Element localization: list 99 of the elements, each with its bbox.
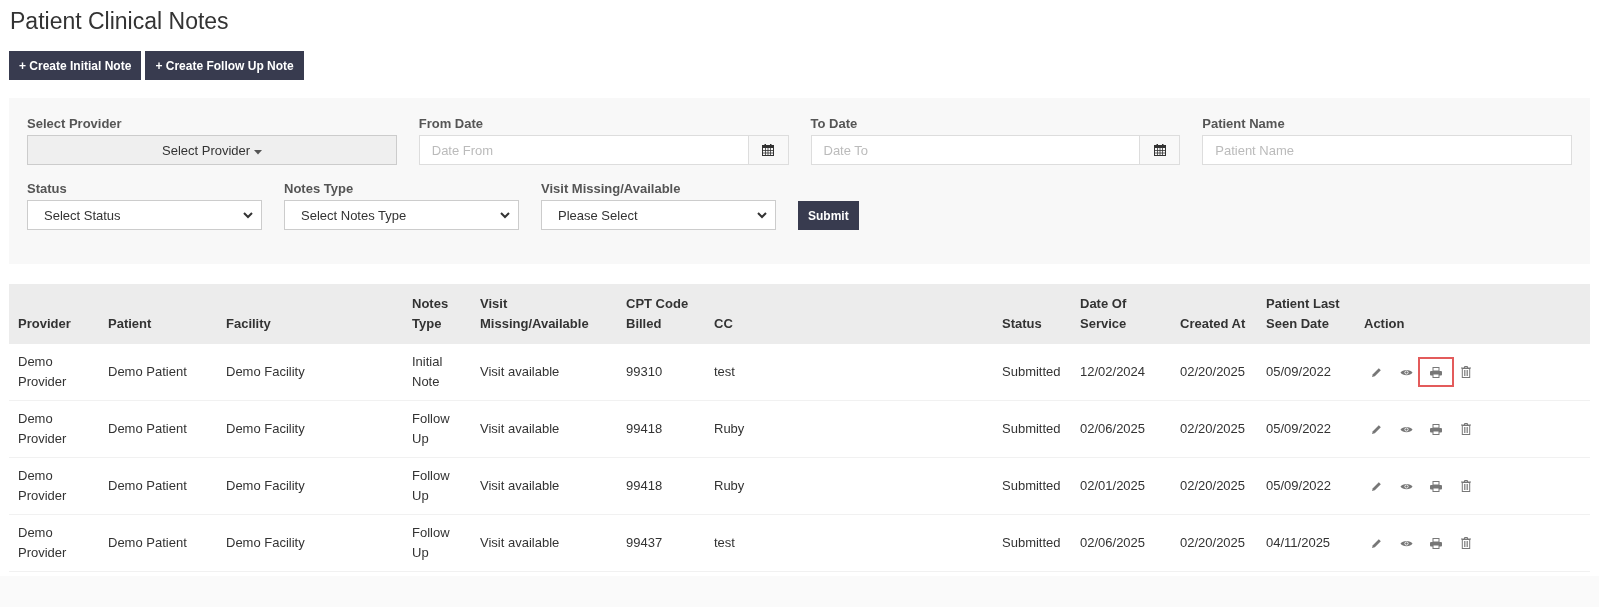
submit-button[interactable]: Submit bbox=[798, 201, 859, 230]
eye-icon bbox=[1399, 367, 1413, 377]
column-header: Patient bbox=[108, 316, 152, 331]
table-cell: Demo Provider bbox=[18, 525, 67, 560]
column-header: Created At bbox=[1180, 316, 1246, 331]
table-cell: Demo Facility bbox=[226, 535, 305, 550]
calendar-icon bbox=[762, 144, 774, 156]
table-cell: Visit available bbox=[480, 535, 560, 550]
table-cell: Follow Up bbox=[412, 525, 450, 560]
pencil-icon bbox=[1370, 480, 1382, 492]
column-header: Date Of Service bbox=[1080, 296, 1127, 331]
column-header: Status bbox=[1002, 316, 1042, 331]
table-cell: 02/20/2025 bbox=[1180, 421, 1246, 436]
table-cell: Demo Patient bbox=[108, 535, 187, 550]
column-header: CPT Code Billed bbox=[626, 296, 689, 331]
table-cell: 99418 bbox=[626, 421, 663, 436]
field-label: From Date bbox=[418, 116, 485, 131]
table-cell: Submitted bbox=[1002, 535, 1061, 550]
table-cell: test bbox=[714, 535, 735, 550]
table-cell: Demo Patient bbox=[108, 364, 187, 379]
field-label: Patient Name bbox=[1202, 116, 1286, 131]
column-header: Patient Last Seen Date bbox=[1266, 296, 1340, 331]
table-cell: Visit available bbox=[480, 421, 560, 436]
table-cell: Visit available bbox=[480, 478, 560, 493]
trash-icon bbox=[1461, 366, 1471, 378]
table-cell: Demo Patient bbox=[108, 478, 187, 493]
table-cell: Ruby bbox=[714, 478, 745, 493]
eye-icon bbox=[1399, 424, 1413, 434]
chevron-icon bbox=[757, 211, 767, 219]
table-cell: 04/11/2025 bbox=[1266, 535, 1331, 550]
page-title: Patient Clinical Notes bbox=[10, 8, 230, 35]
table-cell: 99437 bbox=[626, 535, 663, 550]
column-header: Notes Type bbox=[412, 296, 449, 331]
table-cell: 02/01/2025 bbox=[1080, 478, 1146, 493]
printer-icon bbox=[1430, 366, 1442, 378]
table-cell: 99418 bbox=[626, 478, 663, 493]
field-label: To Date bbox=[810, 116, 859, 131]
column-header: Facility bbox=[226, 316, 271, 331]
pencil-icon bbox=[1370, 423, 1382, 435]
patient-name-field[interactable]: Patient Name bbox=[1202, 135, 1572, 165]
calendar-icon bbox=[1153, 144, 1166, 156]
provider-dropdown[interactable]: Select Provider bbox=[27, 135, 397, 165]
table-cell: Submitted bbox=[1002, 421, 1061, 436]
date-field[interactable]: Date To bbox=[810, 135, 1141, 165]
pencil-icon bbox=[1370, 366, 1382, 378]
table-cell: 99310 bbox=[626, 364, 663, 379]
table-cell: 02/20/2025 bbox=[1180, 364, 1246, 379]
table-cell: Follow Up bbox=[412, 468, 450, 503]
table-cell: 05/09/2022 bbox=[1266, 421, 1332, 436]
field-label: Notes Type bbox=[284, 181, 355, 196]
date-field[interactable]: Date From bbox=[418, 135, 749, 165]
chevron-icon bbox=[500, 211, 510, 219]
pencil-icon bbox=[1370, 537, 1382, 549]
table-cell: 12/02/2024 bbox=[1080, 364, 1146, 379]
table-cell: Ruby bbox=[714, 421, 745, 436]
select-dropdown[interactable]: Select Status bbox=[27, 200, 262, 230]
calendar-button[interactable] bbox=[748, 135, 789, 165]
field-label: Visit Missing/Available bbox=[541, 181, 682, 196]
calendar-button[interactable] bbox=[1140, 135, 1181, 165]
table-cell: Demo Provider bbox=[18, 411, 67, 446]
column-header: CC bbox=[714, 316, 733, 331]
table-cell: Visit available bbox=[480, 364, 560, 379]
table-cell: Follow Up bbox=[412, 411, 450, 446]
field-label: Select Provider bbox=[27, 116, 123, 131]
table-cell: 05/09/2022 bbox=[1266, 478, 1332, 493]
create-note-button[interactable]: + Create Initial Note bbox=[9, 51, 142, 80]
table-cell: 02/20/2025 bbox=[1180, 535, 1246, 550]
table-cell: Submitted bbox=[1002, 478, 1061, 493]
table-cell: 02/06/2025 bbox=[1080, 535, 1146, 550]
eye-icon bbox=[1399, 481, 1413, 491]
column-header: Visit Missing/Available bbox=[480, 296, 589, 331]
table-cell: Demo Provider bbox=[18, 468, 67, 503]
field-label: Status bbox=[27, 181, 68, 196]
create-note-button[interactable]: + Create Follow Up Note bbox=[145, 51, 304, 80]
printer-icon bbox=[1430, 537, 1442, 549]
table-cell: Initial Note bbox=[412, 354, 443, 389]
trash-icon bbox=[1461, 423, 1471, 435]
table-cell: Demo Provider bbox=[18, 354, 67, 389]
printer-icon bbox=[1430, 480, 1442, 492]
printer-icon bbox=[1430, 423, 1442, 435]
table-cell: 02/20/2025 bbox=[1180, 478, 1246, 493]
printer-button[interactable] bbox=[1418, 357, 1454, 387]
table-cell: 02/06/2025 bbox=[1080, 421, 1146, 436]
column-header: Provider bbox=[18, 316, 71, 331]
caret-icon bbox=[253, 149, 262, 155]
table-cell: 05/09/2022 bbox=[1266, 364, 1332, 379]
table-cell: Demo Facility bbox=[226, 421, 305, 436]
table-cell: Demo Facility bbox=[226, 364, 305, 379]
column-header: Action bbox=[1364, 316, 1405, 331]
trash-icon bbox=[1461, 537, 1471, 549]
eye-icon bbox=[1399, 538, 1413, 548]
table-cell: test bbox=[714, 364, 735, 379]
select-dropdown[interactable]: Please Select bbox=[541, 200, 776, 230]
table-cell: Submitted bbox=[1002, 364, 1061, 379]
trash-icon bbox=[1461, 480, 1471, 492]
select-dropdown[interactable]: Select Notes Type bbox=[284, 200, 519, 230]
table-cell: Demo Facility bbox=[226, 478, 305, 493]
chevron-icon bbox=[243, 211, 253, 219]
table-cell: Demo Patient bbox=[108, 421, 187, 436]
